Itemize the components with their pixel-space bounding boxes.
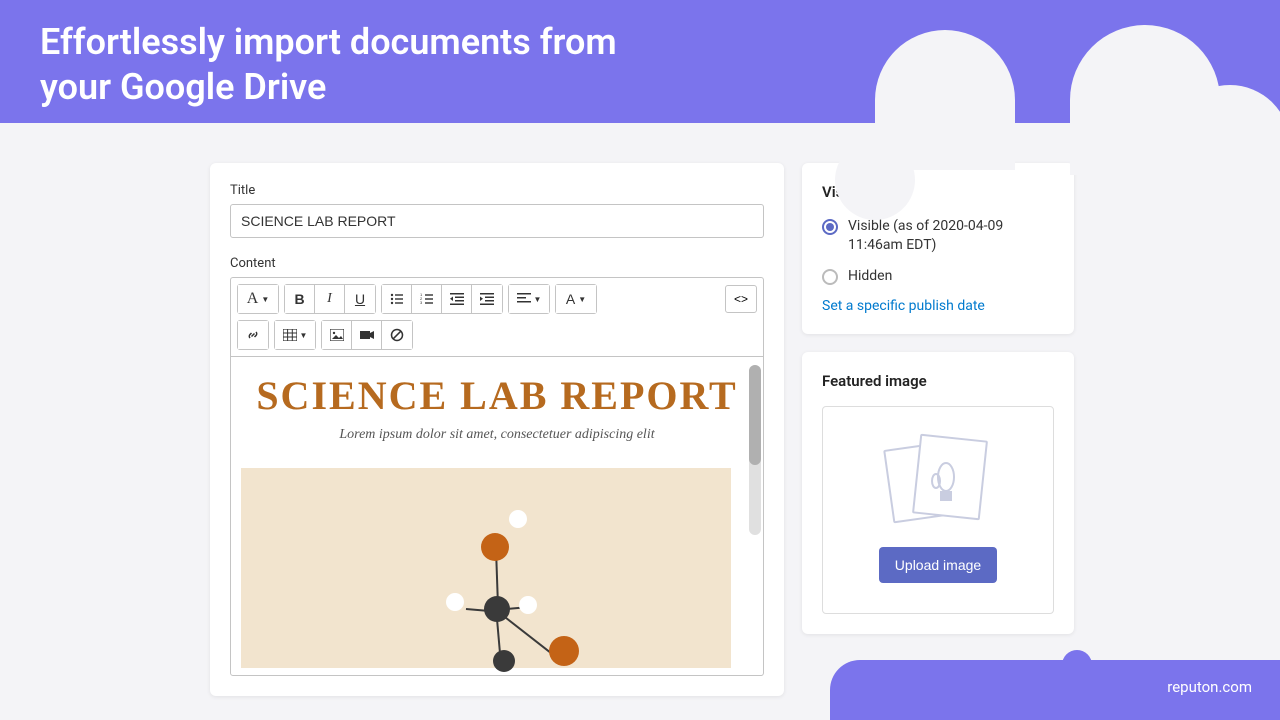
image-dropzone[interactable]: Upload image [822, 406, 1054, 614]
decorative-blob [1070, 25, 1220, 175]
title-label: Title [230, 183, 764, 198]
title-input[interactable] [230, 204, 764, 238]
font-family-button[interactable]: A▼ [238, 285, 278, 313]
document-title: SCIENCE LAB REPORT [241, 372, 753, 419]
footer-brand: reputon.com [830, 660, 1280, 720]
video-button[interactable] [352, 321, 382, 349]
scrollbar-thumb[interactable] [749, 365, 761, 465]
bold-button[interactable]: B [285, 285, 315, 313]
outdent-button[interactable] [442, 285, 472, 313]
text-color-button[interactable]: A▼ [556, 285, 596, 313]
radio-icon [822, 269, 838, 285]
image-button[interactable] [322, 321, 352, 349]
content-label: Content [230, 256, 764, 271]
numbered-list-button[interactable]: 123 [412, 285, 442, 313]
publish-date-link[interactable]: Set a specific publish date [822, 298, 1054, 314]
code-view-button[interactable]: <> [725, 285, 757, 313]
featured-heading: Featured image [822, 372, 1054, 390]
link-button[interactable] [238, 321, 268, 349]
editor-toolbar-row2: ▼ [230, 320, 764, 356]
underline-button[interactable]: U [345, 285, 375, 313]
italic-button[interactable]: I [315, 285, 345, 313]
header-title: Effortlessly import documents from your … [40, 20, 690, 110]
clear-format-button[interactable] [382, 321, 412, 349]
visible-label: Visible (as of 2020-04-09 11:46am EDT) [848, 217, 1054, 255]
indent-button[interactable] [472, 285, 502, 313]
svg-text:3: 3 [420, 300, 423, 305]
featured-image-card: Featured image Upload image [802, 352, 1074, 634]
align-button[interactable]: ▼ [509, 285, 549, 313]
image-placeholder-icon [888, 437, 988, 527]
radio-icon [822, 219, 838, 235]
hidden-label: Hidden [848, 267, 892, 286]
table-button[interactable]: ▼ [275, 321, 315, 349]
visibility-visible-option[interactable]: Visible (as of 2020-04-09 11:46am EDT) [822, 217, 1054, 255]
editor-panel: Title Content A▼ B I U 123 ▼ A▼ [210, 163, 784, 696]
visibility-hidden-option[interactable]: Hidden [822, 267, 1054, 286]
content-editor[interactable]: SCIENCE LAB REPORT Lorem ipsum dolor sit… [230, 356, 764, 676]
bullet-list-button[interactable] [382, 285, 412, 313]
upload-image-button[interactable]: Upload image [879, 547, 997, 583]
decorative-blob [875, 30, 1015, 170]
editor-toolbar: A▼ B I U 123 ▼ A▼ <> [230, 277, 764, 320]
document-subtitle: Lorem ipsum dolor sit amet, consectetuer… [241, 427, 753, 443]
document-illustration [241, 468, 731, 668]
